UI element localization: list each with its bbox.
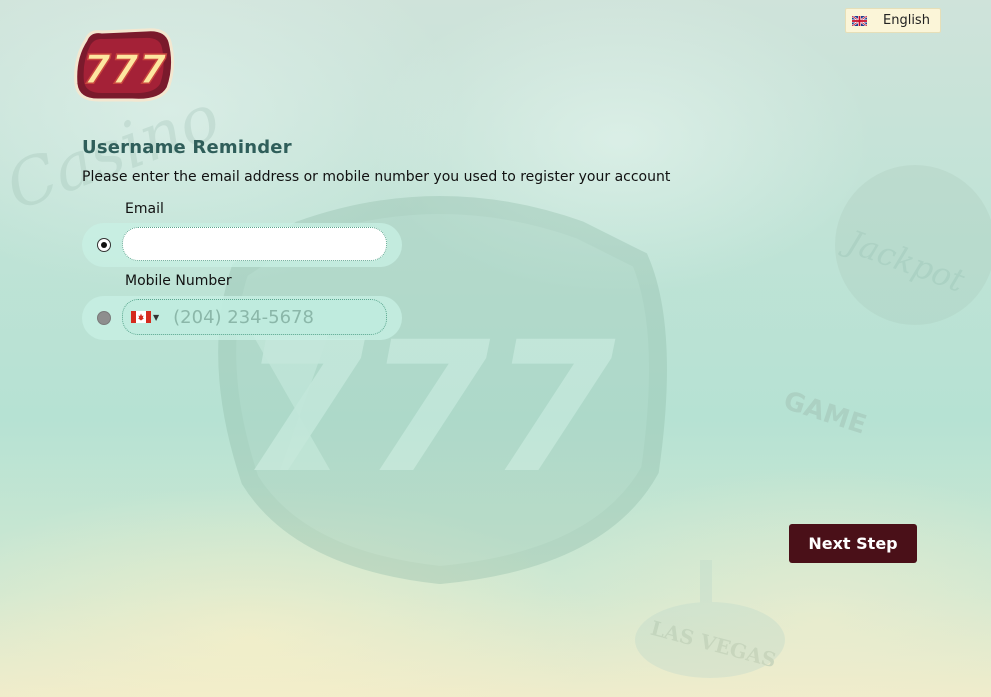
logo-text: 777 bbox=[83, 47, 167, 93]
language-label: English bbox=[883, 13, 930, 28]
email-input[interactable] bbox=[122, 227, 387, 261]
svg-text:GAME: GAME bbox=[780, 386, 870, 441]
uk-flag-icon bbox=[852, 15, 867, 26]
chevron-down-icon: ▼ bbox=[153, 312, 160, 322]
email-radio[interactable] bbox=[97, 238, 111, 252]
country-selector[interactable]: ▼ bbox=[131, 311, 159, 323]
canada-flag-icon bbox=[131, 311, 151, 323]
svg-text:LAS VEGAS: LAS VEGAS bbox=[648, 616, 779, 673]
page-title: Username Reminder bbox=[82, 137, 292, 158]
mobile-label: Mobile Number bbox=[125, 273, 232, 289]
mobile-field: ▼ bbox=[122, 299, 387, 335]
svg-text:Jackpot: Jackpot bbox=[837, 220, 970, 299]
mobile-input[interactable] bbox=[171, 305, 376, 329]
mobile-radio[interactable] bbox=[97, 311, 111, 325]
language-selector[interactable]: English bbox=[845, 8, 941, 33]
next-step-button[interactable]: Next Step bbox=[789, 524, 917, 563]
email-label: Email bbox=[125, 201, 164, 217]
background-decoration: 777 Jackpot GAME LAS VEGAS Casino bbox=[0, 80, 991, 678]
page-subtitle: Please enter the email address or mobile… bbox=[82, 169, 671, 185]
777-logo[interactable]: 777 bbox=[72, 24, 176, 104]
